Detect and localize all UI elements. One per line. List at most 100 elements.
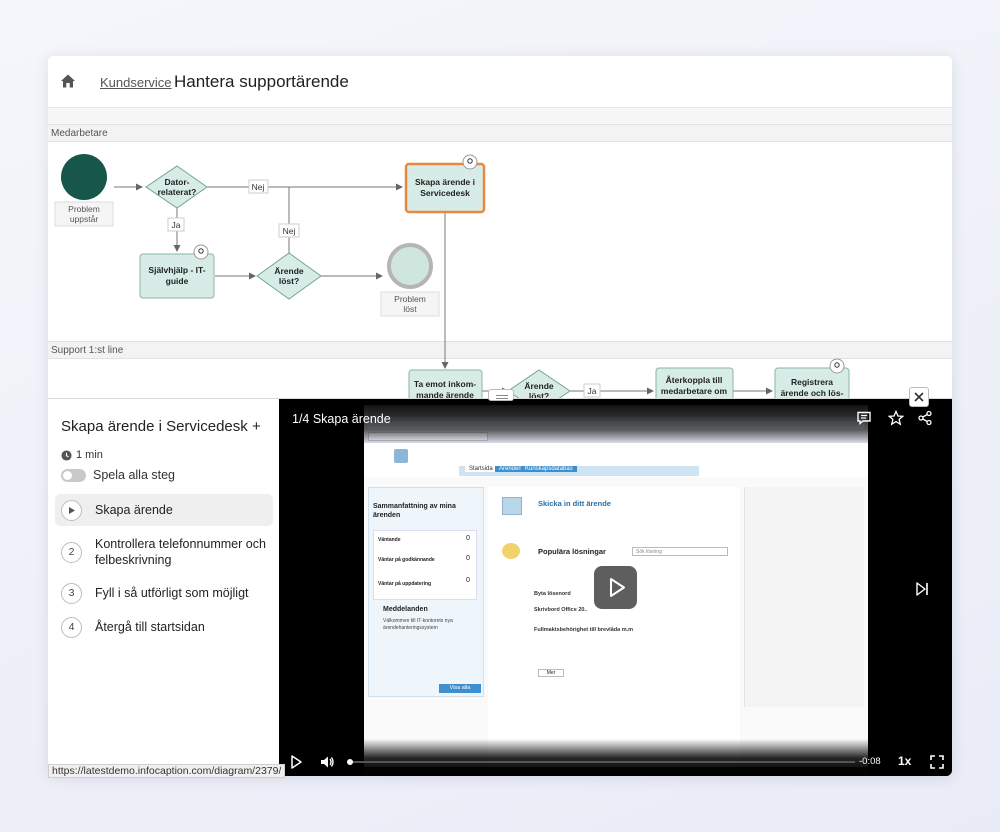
task-skapa-label-2: Servicedesk [420,188,470,198]
step-number: 2 [61,541,82,563]
close-panel-button[interactable] [909,387,929,407]
pin-badge-skapa[interactable] [462,154,478,170]
star-icon[interactable] [888,410,904,426]
volume-icon[interactable] [319,754,335,770]
step-item-1[interactable]: Skapa ärende [55,494,273,526]
app-submit-icon [502,497,522,515]
gateway-dator-label-1: Dator- [164,177,189,187]
breadcrumb-link[interactable]: Kundservice [100,75,172,90]
app-summary-value: 0 [466,535,470,542]
app-star-icon [502,543,520,559]
gateway-dator-label-2: relaterat? [158,187,197,197]
status-bar-url: https://latestdemo.infocaption.com/diagr… [48,764,286,778]
guide-title[interactable]: Skapa ärende i Servicedesk + [61,418,261,435]
task-aterkoppla-label-2: medarbetare om [661,386,728,396]
share-icon[interactable] [917,410,933,426]
step-label: Fyll i så utförligt som möjligt [95,586,249,600]
pin-badge-registrera[interactable] [829,358,845,374]
app-tab-kunskapsdatabas: Kunskapsdatabas [521,466,577,472]
gateway-arende-label-1: Ärende [274,266,304,276]
play-all-toggle[interactable] [61,468,86,482]
play-all-label: Spela alla steg [93,468,176,482]
flow-label-ja-2: Ja [588,386,597,396]
app-solution-item: Fullmaktsbehörighet till brevlåda m.m [534,627,634,633]
app-search-field: Sök lösning [632,547,728,556]
flow-label-nej-1: Nej [252,182,265,192]
app-summary-box: Väntande 0 Väntar på godkännande 0 Vänta… [373,530,477,600]
step-label: Kontrollera telefonnummer och felbeskriv… [95,537,266,567]
step-label: Skapa ärende [95,503,173,517]
guide-duration: 1 min [61,449,103,461]
drag-handle-icon [496,395,508,399]
page-header: Kundservice Hantera supportärende [48,56,952,108]
close-icon [914,392,924,402]
end-event-label-1: Problem [394,294,426,304]
app-messages-title: Meddelanden [383,606,428,613]
app-show-all-button: Visa alla [439,684,481,693]
app-tab-startsida: Startsida [465,466,497,472]
task-aterkoppla-label-1: Återkoppla till [666,375,723,385]
app-main-column: Skicka in ditt ärende Populära lösningar… [488,487,740,776]
guide-step-list-panel: Skapa ärende i Servicedesk + 1 min Spela… [48,399,279,776]
big-play-button[interactable] [594,566,637,609]
flow-label-nej-2: Nej [283,226,296,236]
app-right-gutter [744,487,864,707]
step-number: 4 [61,616,82,638]
clock-icon [61,449,72,461]
start-event-label-2: uppstår [70,214,99,224]
app-summary-title: Sammanfattning av mina ärenden [373,503,456,519]
play-all-row: Spela alla steg [61,468,175,482]
end-event-label-2: löst [403,304,417,314]
step-item-4[interactable]: 4 Återgå till startsidan [55,608,273,646]
end-event[interactable] [387,243,433,289]
app-popular-title: Populära lösningar [538,547,606,556]
start-event-label-1: Problem [68,204,100,214]
step-item-3[interactable]: 3 Fyll i så utförligt som möjligt [55,578,273,608]
home-icon[interactable] [60,73,76,89]
task-sjalvhjalp-label-2: guide [166,276,189,286]
app-window: Kundservice Hantera supportärende Medarb… [48,56,952,776]
guide-duration-text: 1 min [76,449,103,461]
guide-panel: Skapa ärende i Servicedesk + 1 min Spela… [48,398,952,776]
gateway-lost-support-label-1: Ärende [524,381,554,391]
comment-icon[interactable] [856,410,872,426]
process-diagram[interactable]: Medarbetare Support 1:st line Problem up… [48,108,952,400]
skip-next-icon[interactable] [914,581,930,597]
page-title: Hantera supportärende [174,72,349,91]
step-item-2[interactable]: 2 Kontrollera telefonnummer och felbeskr… [55,526,273,578]
gateway-arende-label-2: löst? [279,276,299,286]
player-controls [279,739,952,776]
app-summary-column: Sammanfattning av mina ärenden Väntande … [368,487,484,697]
app-submit-title: Skicka in ditt ärende [538,499,611,508]
flow-label-ja-1: Ja [172,220,181,230]
task-ta-emot-label-1: Ta emot inkom- [414,379,476,389]
app-summary-value: 0 [466,577,470,584]
player-title: 1/4 Skapa ärende [292,412,391,426]
task-registrera-label-1: Registrera [791,377,833,387]
diagram-canvas: Problem uppstår Dator- relaterat? Nej Ja… [54,154,850,400]
fullscreen-icon[interactable] [929,754,945,770]
app-logo [394,449,408,463]
panel-resize-handle[interactable] [488,389,514,401]
video-player[interactable]: Startsida Ärenden Kunskapsdatabas Samman… [279,399,952,776]
task-sjalvhjalp-label-1: Självhjälp - IT- [148,265,205,275]
task-skapa-label-1: Skapa ärende i [415,177,475,187]
step-list: Skapa ärende 2 Kontrollera telefonnummer… [55,494,273,646]
app-header: Startsida Ärenden Kunskapsdatabas [364,443,868,477]
time-remaining: -0:08 [859,756,881,767]
pin-badge-sjalvhjalp[interactable] [193,244,209,260]
app-solution-item: Skrivbord Office 20.. [534,607,588,613]
task-registrera-label-2: ärende och lös- [781,388,844,398]
play-icon [610,578,625,597]
app-summary-value: 0 [466,555,470,562]
step-number: 3 [61,582,82,604]
app-summary-label: Väntar på godkännande [378,557,435,563]
play-icon[interactable] [288,754,304,770]
start-event[interactable] [61,154,107,200]
progress-knob[interactable] [347,759,353,765]
app-more-button: Mer [538,669,564,677]
app-summary-label: Väntande [378,537,401,543]
speed-button[interactable]: 1x [898,754,911,768]
progress-track[interactable] [347,759,855,765]
app-summary-label: Väntar på uppdatering [378,581,432,587]
